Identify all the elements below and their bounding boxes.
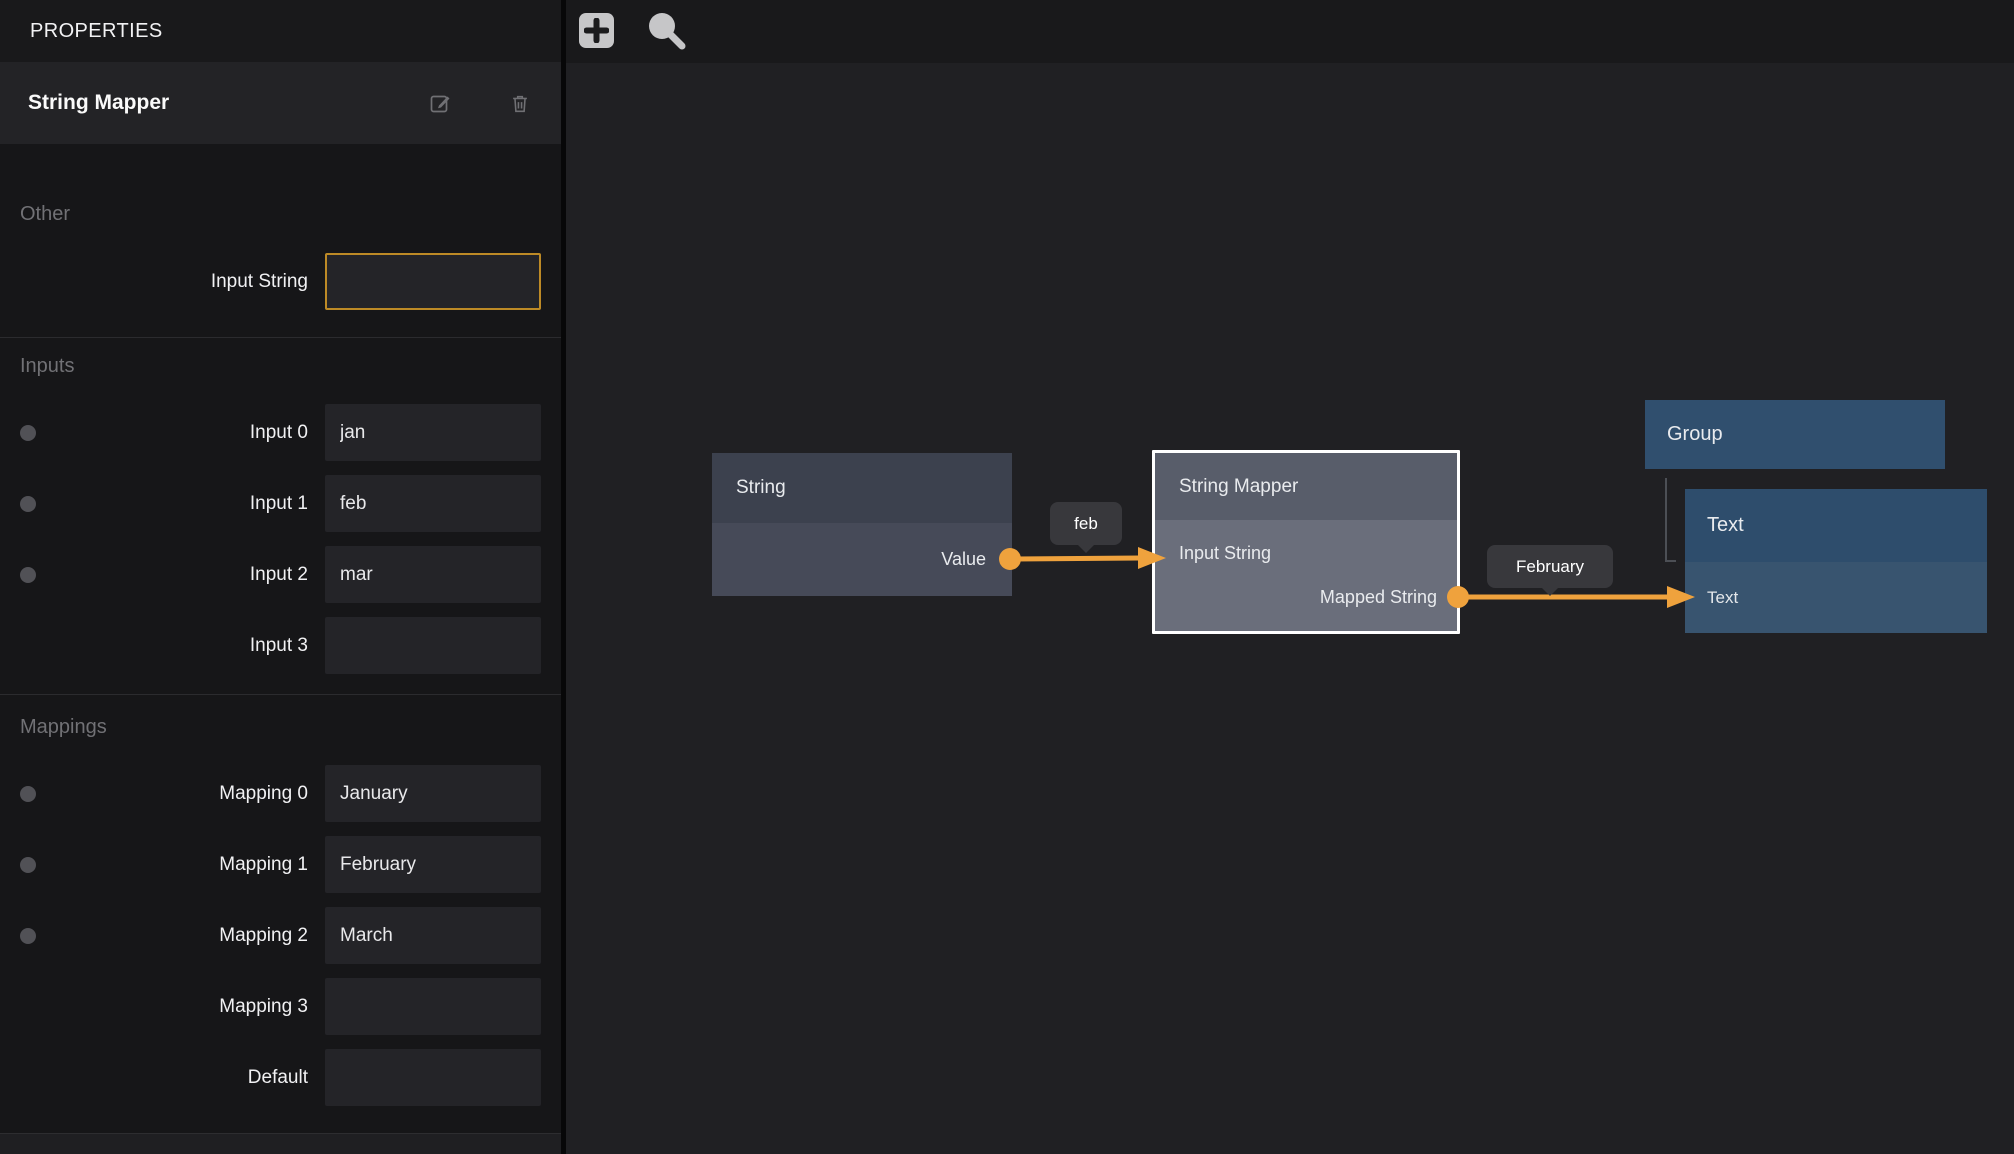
- mapping-0-field[interactable]: [325, 765, 541, 822]
- value-field-box: [325, 617, 541, 674]
- default-field[interactable]: [325, 1049, 541, 1106]
- wire-value-tooltip: February: [1487, 545, 1613, 588]
- node-group[interactable]: Group: [1645, 400, 1945, 469]
- trash-icon[interactable]: [507, 90, 533, 116]
- property-label: Input 0: [36, 422, 325, 444]
- input-port-label: Input String: [1179, 543, 1271, 564]
- magnifier-icon: [646, 9, 688, 53]
- node-string-header[interactable]: String: [712, 453, 1012, 523]
- property-row-input-3: Input 3: [20, 617, 541, 674]
- wire-value-to-input-string[interactable]: [1010, 558, 1140, 559]
- sidebar-footer: [0, 1133, 561, 1154]
- section-title-other: Other: [20, 200, 541, 228]
- input-port-row: Input String: [1155, 534, 1457, 572]
- property-row-input-0: Input 0: [20, 404, 541, 461]
- input-port-label: Text: [1707, 588, 1738, 608]
- property-label: Input 2: [36, 564, 325, 586]
- port-dot[interactable]: [20, 567, 36, 583]
- input-1-field[interactable]: [325, 475, 541, 532]
- node-title: Text: [1707, 514, 1744, 537]
- node-text-body: Text: [1685, 562, 1987, 633]
- property-row-input-2: Input 2: [20, 546, 541, 603]
- property-row-mapping-2: Mapping 2: [20, 907, 541, 964]
- plus-icon: [584, 18, 609, 43]
- value-field-box: [325, 765, 541, 822]
- value-field-box: [325, 546, 541, 603]
- input-string-field[interactable]: [327, 255, 539, 308]
- property-label: Input 1: [36, 493, 325, 515]
- input-3-field[interactable]: [325, 617, 541, 674]
- property-label: Mapping 1: [36, 854, 325, 876]
- property-label: Mapping 0: [36, 783, 325, 805]
- node-title: String: [736, 477, 786, 499]
- mapping-3-field[interactable]: [325, 978, 541, 1035]
- mapping-1-field[interactable]: [325, 836, 541, 893]
- node-string-mapper[interactable]: String Mapper Input String Mapped String: [1152, 450, 1460, 634]
- wire-value-text: February: [1516, 557, 1584, 577]
- node-text[interactable]: Text Text: [1685, 489, 1987, 633]
- property-row-input-string: Input String: [20, 253, 541, 310]
- value-field-box: [325, 404, 541, 461]
- node-title: Group: [1667, 423, 1723, 446]
- input-string-field-box: [325, 253, 541, 310]
- port-dot[interactable]: [20, 786, 36, 802]
- edit-icon[interactable]: [427, 90, 453, 116]
- mapping-2-field[interactable]: [325, 907, 541, 964]
- node-string[interactable]: String Value: [712, 453, 1012, 596]
- node-canvas[interactable]: String Value String Mapper Input String …: [566, 0, 2014, 1154]
- canvas-toolbar: [566, 0, 2014, 63]
- property-row-mapping-1: Mapping 1: [20, 836, 541, 893]
- port-dot[interactable]: [20, 928, 36, 944]
- section-title-mappings: Mappings: [20, 713, 541, 741]
- value-field-box: [325, 907, 541, 964]
- section-other: Other Input String: [0, 200, 561, 310]
- node-string-mapper-body: Input String Mapped String: [1155, 520, 1457, 631]
- property-row-default: Default: [20, 1049, 541, 1106]
- value-field-box: [325, 1049, 541, 1106]
- node-text-header[interactable]: Text: [1685, 489, 1987, 562]
- property-label: Mapping 3: [36, 996, 325, 1018]
- node-title: String Mapper: [1179, 476, 1298, 498]
- input-2-field[interactable]: [325, 546, 541, 603]
- output-port-label: Value: [941, 549, 986, 570]
- selected-node-name: String Mapper: [28, 91, 427, 115]
- property-row-input-1: Input 1: [20, 475, 541, 532]
- properties-panel: PROPERTIES String Mapper Other Input Str…: [0, 0, 561, 1154]
- section-inputs: Inputs Input 0 Input 1 Input 2 Input 3: [0, 337, 561, 694]
- wire-value-tooltip: feb: [1050, 502, 1122, 545]
- node-string-mapper-header[interactable]: String Mapper: [1155, 453, 1457, 520]
- property-label: Mapping 2: [36, 925, 325, 947]
- search-button[interactable]: [646, 9, 688, 53]
- input-0-field[interactable]: [325, 404, 541, 461]
- property-label: Default: [36, 1067, 325, 1089]
- property-label: Input 3: [36, 635, 325, 657]
- property-row-mapping-0: Mapping 0: [20, 765, 541, 822]
- group-child-connector: [1665, 478, 1667, 562]
- port-dot[interactable]: [20, 425, 36, 441]
- value-field-box: [325, 836, 541, 893]
- properties-header: PROPERTIES: [0, 0, 561, 62]
- panel-title: PROPERTIES: [30, 20, 163, 43]
- section-title-inputs: Inputs: [20, 352, 541, 380]
- value-field-box: [325, 978, 541, 1035]
- selected-node-row: String Mapper: [0, 62, 561, 144]
- property-label: Input String: [20, 271, 325, 293]
- port-dot[interactable]: [20, 857, 36, 873]
- value-field-box: [325, 475, 541, 532]
- node-group-header[interactable]: Group: [1645, 400, 1945, 469]
- add-node-button[interactable]: [579, 13, 614, 48]
- output-port-row: Mapped String: [1155, 578, 1457, 616]
- section-mappings: Mappings Mapping 0 Mapping 1 Mapping 2 M…: [0, 694, 561, 1128]
- node-string-body: Value: [712, 523, 1012, 596]
- port-dot[interactable]: [20, 496, 36, 512]
- wire-value-text: feb: [1074, 514, 1098, 534]
- property-row-mapping-3: Mapping 3: [20, 978, 541, 1035]
- group-child-connector-elbow: [1665, 560, 1676, 562]
- output-port-label: Mapped String: [1320, 587, 1437, 608]
